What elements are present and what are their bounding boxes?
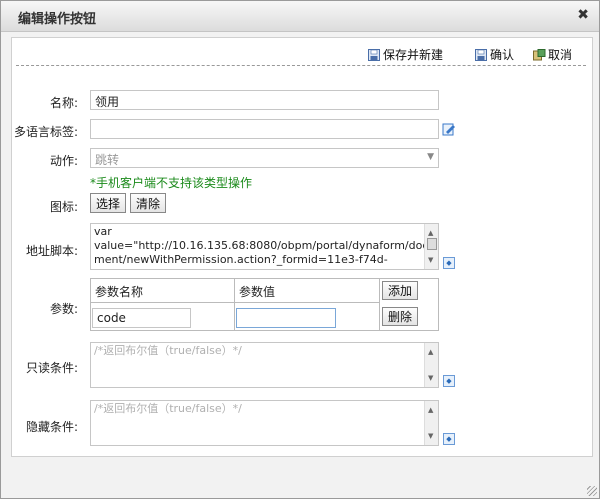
- dialog-footer: [1, 461, 599, 498]
- i18n-label-input[interactable]: [90, 119, 439, 139]
- param-value-input[interactable]: [236, 308, 336, 328]
- confirm-label: 确认: [490, 48, 515, 62]
- scroll-down-icon[interactable]: ▼: [428, 371, 433, 385]
- floppy-disk-icon: [368, 48, 380, 61]
- params-label: 参数:: [49, 302, 78, 316]
- save-and-new-label: 保存并新建: [383, 48, 444, 62]
- table-row: [235, 303, 380, 331]
- url-script-line: var: [94, 225, 112, 238]
- param-value-header: 参数值: [235, 279, 380, 303]
- edit-label-icon[interactable]: [442, 122, 456, 136]
- cancel-icon: [533, 48, 546, 61]
- url-script-line: ment/newWithPermission.action?_formid=11…: [94, 253, 388, 266]
- icon-label: 图标:: [49, 200, 78, 214]
- expand-icon[interactable]: ◆: [443, 257, 455, 269]
- dialog-title: 编辑操作按钮: [18, 12, 97, 27]
- cancel-label: 取消: [548, 48, 573, 62]
- dialog-titlebar[interactable]: 编辑操作按钮 ✖: [1, 1, 599, 32]
- url-script-label: 地址脚本:: [25, 244, 78, 258]
- params-table: 参数名称 参数值 添加 code 删除: [90, 278, 439, 331]
- name-input[interactable]: 领用: [90, 90, 439, 110]
- add-param-button[interactable]: 添加: [382, 281, 419, 300]
- confirm-button[interactable]: 确认: [475, 46, 514, 63]
- save-and-new-button[interactable]: 保存并新建: [368, 46, 443, 63]
- action-select[interactable]: 跳转 ▼: [90, 148, 439, 168]
- i18n-label-label: 多语言标签:: [13, 125, 78, 139]
- param-name-header: 参数名称: [91, 279, 235, 303]
- hidden-condition-textarea[interactable]: /*返回布尔值（true/false）*/ ▲ ▼: [90, 400, 439, 446]
- toolbar-divider: [16, 65, 586, 66]
- floppy-disk-icon: [475, 48, 487, 61]
- scroll-down-icon[interactable]: ▼: [428, 429, 433, 443]
- param-name-input[interactable]: code: [92, 308, 191, 328]
- url-script-textarea[interactable]: var value="http://10.16.135.68:8080/obpm…: [90, 223, 439, 270]
- icon-select-button[interactable]: 选择: [90, 193, 127, 213]
- table-row: code: [91, 303, 235, 331]
- expand-icon[interactable]: ◆: [443, 375, 455, 387]
- mobile-unsupported-note: *手机客户端不支持该类型操作: [90, 176, 253, 190]
- chevron-down-icon: ▼: [427, 152, 434, 162]
- url-script-line: value="http://10.16.135.68:8080/obpm/por…: [94, 239, 436, 252]
- name-label: 名称:: [49, 96, 78, 110]
- readonly-condition-label: 只读条件:: [25, 361, 78, 375]
- hidden-scrollbar[interactable]: ▲ ▼: [424, 401, 438, 445]
- icon-clear-button[interactable]: 清除: [130, 193, 167, 213]
- delete-param-button[interactable]: 删除: [382, 307, 419, 326]
- scroll-up-icon[interactable]: ▲: [428, 403, 433, 417]
- scroll-thumb[interactable]: [427, 238, 437, 250]
- action-label: 动作:: [49, 154, 78, 168]
- scroll-down-icon[interactable]: ▼: [428, 253, 433, 267]
- hidden-condition-placeholder: /*返回布尔值（true/false）*/: [94, 402, 242, 415]
- readonly-condition-placeholder: /*返回布尔值（true/false）*/: [94, 344, 242, 357]
- form-panel: 保存并新建 确认 取消 名称: 领用 多语言标签: 动作: 跳转 ▼ *手机客户…: [11, 37, 593, 457]
- resize-grip-icon[interactable]: [587, 486, 597, 496]
- cancel-button[interactable]: 取消: [533, 46, 572, 63]
- close-icon[interactable]: ✖: [577, 7, 589, 23]
- hidden-condition-label: 隐藏条件:: [25, 420, 78, 434]
- action-select-value: 跳转: [95, 153, 120, 167]
- scroll-up-icon[interactable]: ▲: [428, 345, 433, 359]
- expand-icon[interactable]: ◆: [443, 433, 455, 445]
- edit-action-button-dialog: 编辑操作按钮 ✖ 保存并新建 确认 取消 名称: 领用 多语言标签: 动作: 跳…: [0, 0, 600, 499]
- readonly-condition-textarea[interactable]: /*返回布尔值（true/false）*/ ▲ ▼: [90, 342, 439, 388]
- url-script-scrollbar[interactable]: ▲ ▼: [424, 224, 438, 269]
- readonly-scrollbar[interactable]: ▲ ▼: [424, 343, 438, 387]
